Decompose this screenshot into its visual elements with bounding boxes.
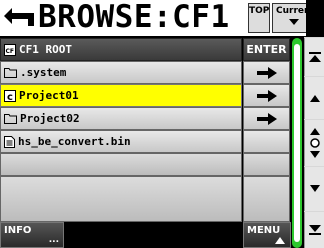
item-label: .system xyxy=(20,66,67,79)
folder-icon xyxy=(4,114,17,124)
menu-button[interactable]: MENU xyxy=(243,222,291,248)
svg-text:c: c xyxy=(7,92,13,102)
item-label: hs_be_convert.bin xyxy=(18,135,131,148)
list-item-project01[interactable]: c Project01 xyxy=(0,84,290,107)
empty-row xyxy=(0,153,290,176)
current-label: Current xyxy=(276,6,306,16)
chevron-down-icon xyxy=(309,185,320,192)
list-item-bin-file[interactable]: hs_be_convert.bin xyxy=(0,130,290,153)
folder-icon xyxy=(4,68,17,78)
item-name-cell[interactable]: Project02 xyxy=(0,107,242,130)
scroll-position-button[interactable] xyxy=(304,120,324,166)
scroll-bottom-button[interactable] xyxy=(304,212,324,248)
item-name-cell[interactable]: hs_be_convert.bin xyxy=(0,130,242,153)
info-button[interactable]: INFO ... xyxy=(0,222,64,248)
item-name-cell[interactable]: c Project01 xyxy=(0,84,242,107)
list-item-project02[interactable]: Project02 xyxy=(0,107,290,130)
empty-name-cell xyxy=(0,153,242,176)
up-down-icon xyxy=(309,128,320,158)
cf-card-icon: CF xyxy=(4,43,16,56)
root-cell: CF CF1 ROOT xyxy=(0,38,242,61)
menu-label: MENU xyxy=(247,225,281,236)
info-label: INFO xyxy=(4,225,32,236)
empty-action-cell xyxy=(243,130,290,153)
project-icon: c xyxy=(4,89,16,102)
scroll-down-button[interactable] xyxy=(304,167,324,211)
back-arrow-icon[interactable] xyxy=(2,4,36,32)
arrow-right-icon xyxy=(256,112,277,125)
enter-button[interactable] xyxy=(243,61,290,84)
title-bar: BROWSE:CF1 TOP Current xyxy=(0,0,306,36)
scrollbar[interactable] xyxy=(292,38,302,248)
item-label: Project02 xyxy=(20,112,80,125)
empty-action-cell xyxy=(243,153,290,176)
enter-header: ENTER xyxy=(243,38,290,61)
list-item-system[interactable]: .system xyxy=(0,61,290,84)
empty-action-cell xyxy=(243,176,290,222)
arrow-right-icon xyxy=(256,66,277,79)
double-down-icon xyxy=(308,225,321,235)
svg-text:CF: CF xyxy=(6,48,15,55)
double-up-icon xyxy=(308,52,321,62)
enter-button[interactable] xyxy=(243,107,290,130)
item-name-cell[interactable]: .system xyxy=(0,61,242,84)
file-icon xyxy=(4,135,15,148)
root-label: CF1 ROOT xyxy=(19,43,72,56)
enter-label: ENTER xyxy=(246,43,287,56)
page-title: BROWSE:CF1 xyxy=(38,0,230,35)
enter-button[interactable] xyxy=(243,84,290,107)
scroll-top-button[interactable] xyxy=(304,38,324,76)
item-label: Project01 xyxy=(19,89,79,102)
caret-up-icon xyxy=(275,237,285,244)
list-header-row: CF CF1 ROOT ENTER xyxy=(0,38,290,61)
scroll-up-button[interactable] xyxy=(304,77,324,119)
top-button[interactable]: TOP xyxy=(248,3,270,33)
empty-row xyxy=(0,176,290,222)
caret-down-icon xyxy=(288,19,299,25)
more-dots: ... xyxy=(48,235,59,245)
arrow-right-icon xyxy=(256,89,277,102)
empty-name-cell xyxy=(0,176,242,222)
current-button[interactable]: Current xyxy=(272,3,306,33)
chevron-up-icon xyxy=(309,95,320,102)
scrollbar-thumb[interactable] xyxy=(294,44,300,242)
